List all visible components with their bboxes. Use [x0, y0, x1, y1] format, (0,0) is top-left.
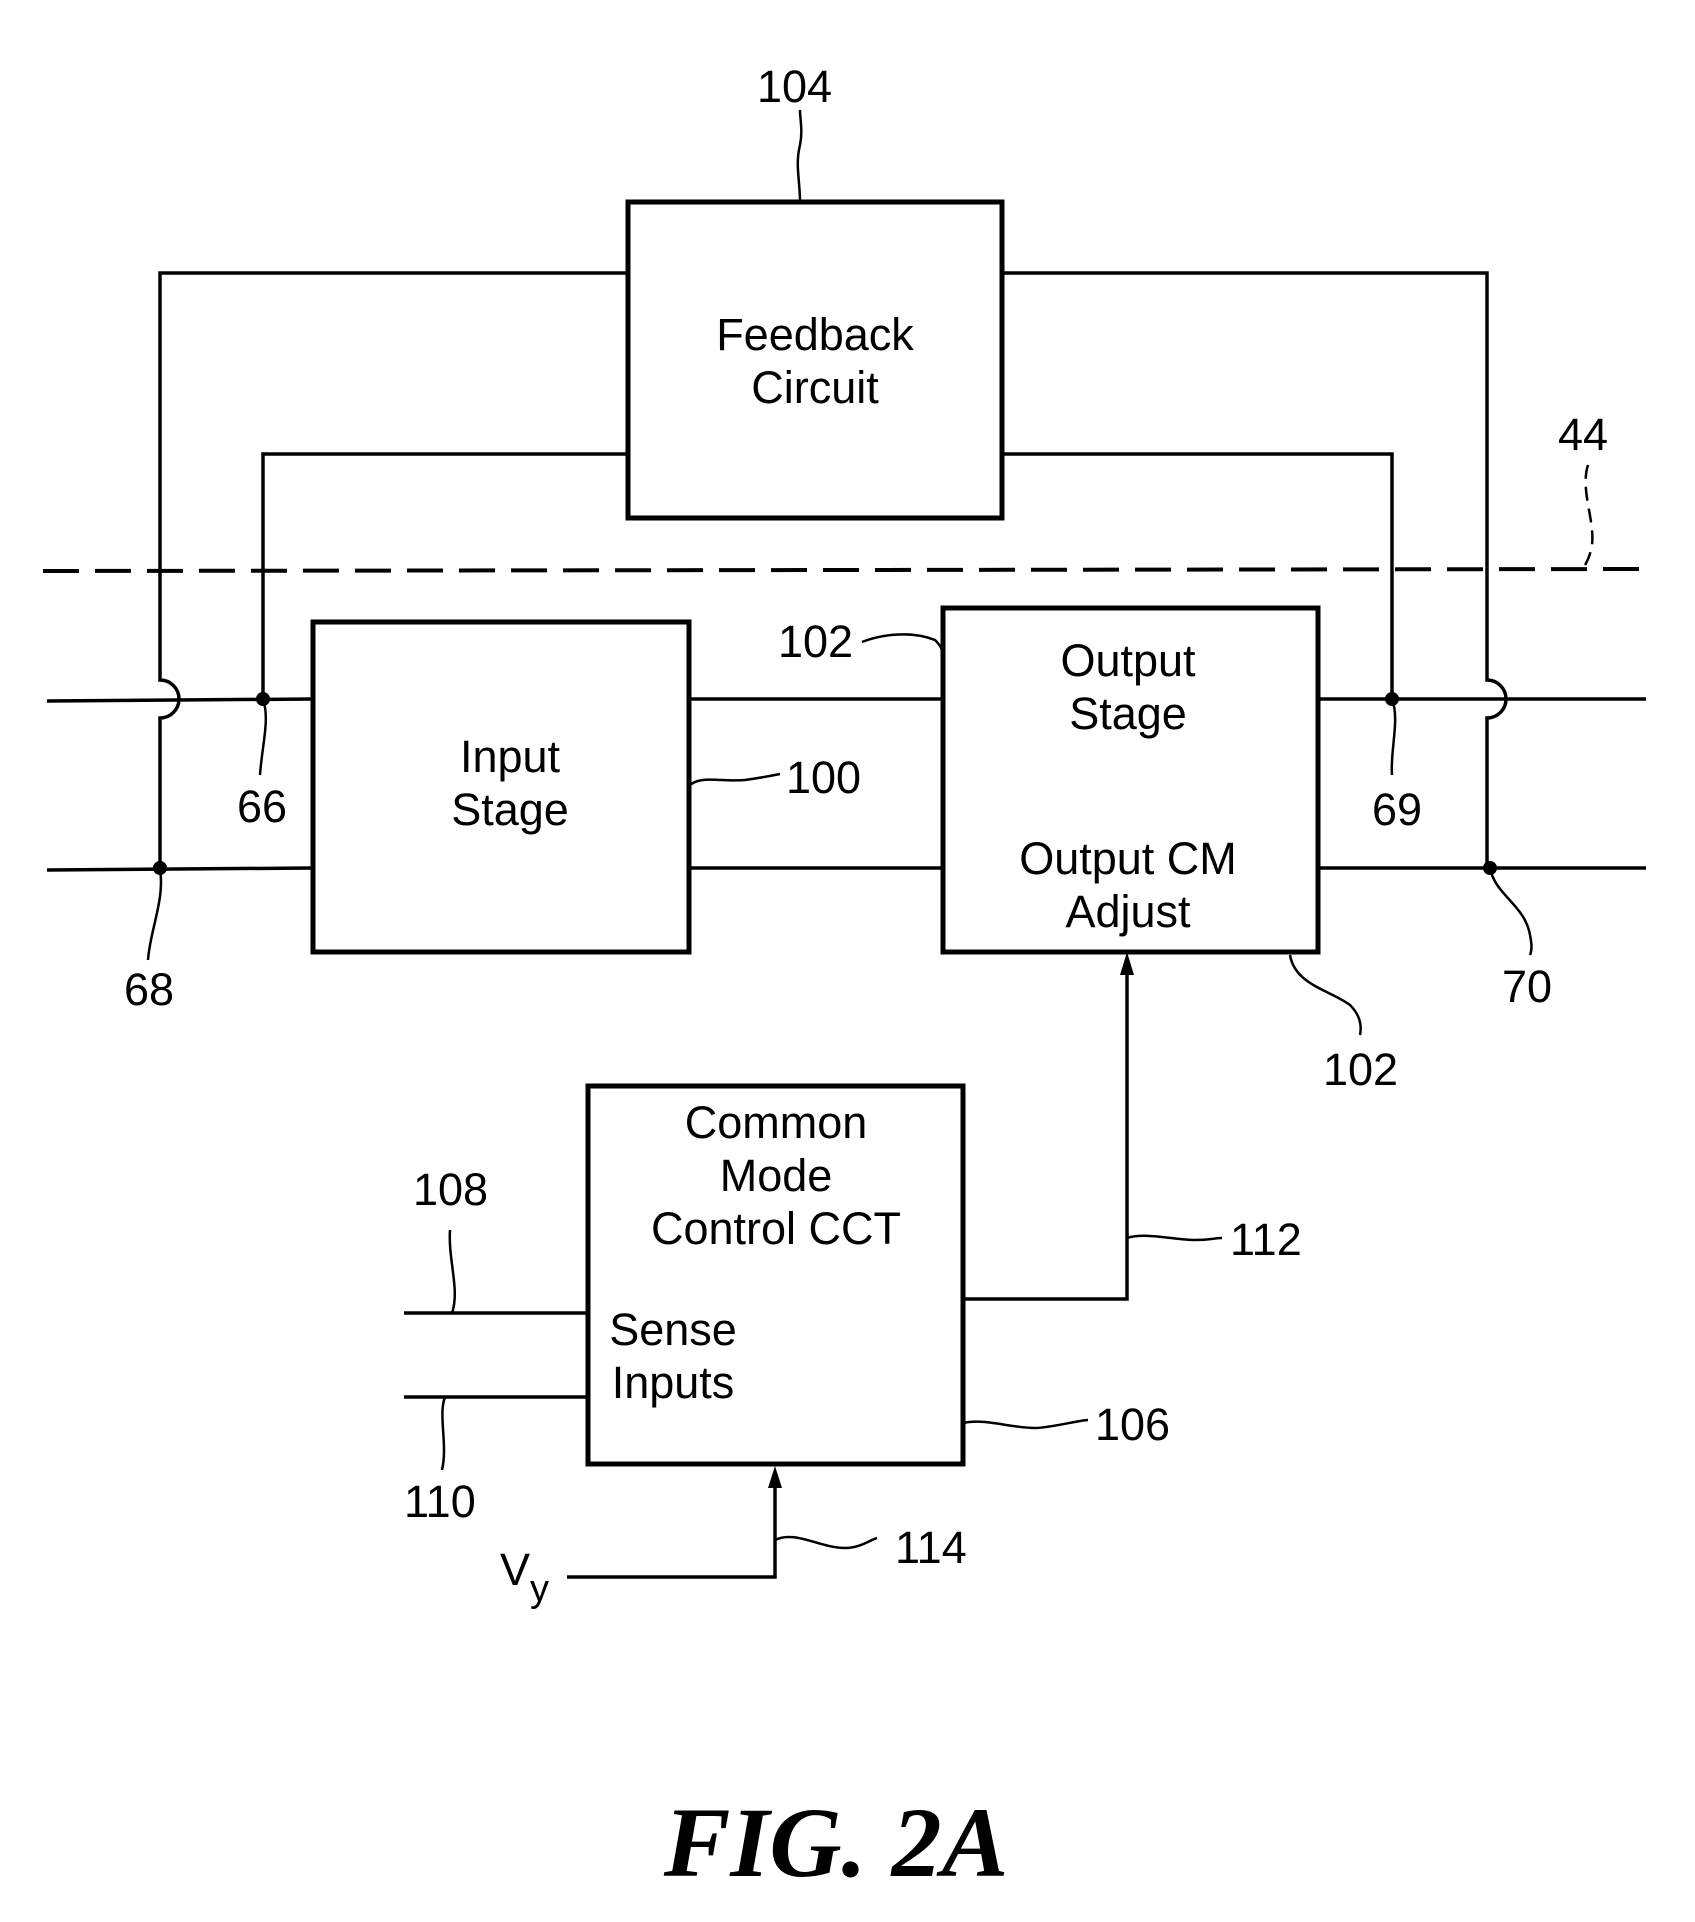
cmc-label-line1: Common: [685, 1097, 868, 1148]
ref-102-top-leader: [861, 633, 945, 656]
ref-112-label: 112: [1230, 1214, 1302, 1265]
ref-69-leader: [1390, 698, 1397, 776]
output-cm-adjust-label-line2: Adjust: [1065, 886, 1191, 937]
ref-114-label: 114: [895, 1522, 967, 1573]
ref-112-leader: [1126, 1234, 1223, 1242]
vy-label-subscript: y: [530, 1568, 549, 1610]
input-wire-top: [46, 697, 314, 703]
sense-inputs-label-line1: Sense: [609, 1304, 737, 1355]
ref-69-label: 69: [1372, 784, 1422, 835]
ref-110-leader: [440, 1396, 447, 1471]
arrow-up-icon: [1120, 952, 1134, 975]
feedback-circuit-box: [625, 199, 1005, 521]
ref-44-leader: [1581, 464, 1594, 570]
ref-106-label: 106: [1095, 1399, 1170, 1450]
ref-106-leader: [962, 1418, 1089, 1430]
ref-100-label: 100: [786, 752, 861, 803]
cmc-label-line3: Control CCT: [651, 1203, 901, 1254]
ref-66-label: 66: [237, 781, 287, 832]
input-stage-block: Input Stage: [310, 619, 692, 955]
figure-caption: FIG. 2A: [663, 1787, 1009, 1898]
feedback-label-line1: Feedback: [716, 309, 914, 360]
output-stage-label-line2: Stage: [1069, 688, 1187, 739]
ref-108-leader: [448, 1229, 456, 1314]
vy-label-main: V: [500, 1544, 530, 1595]
ref-68-leader: [146, 867, 163, 961]
ref-108-label: 108: [413, 1164, 488, 1215]
feedback-circuit-block: Feedback Circuit: [625, 199, 1005, 521]
ref-44-label: 44: [1558, 409, 1608, 460]
cm-control-signal-112: [963, 970, 1129, 1301]
ref-102-bottom-label: 102: [1323, 1044, 1398, 1095]
output-stage-label-line1: Output: [1060, 635, 1196, 686]
ref-102-top-label: 102: [778, 616, 853, 667]
output-cm-adjust-label-line1: Output CM: [1019, 833, 1237, 884]
ref-100-leader: [688, 772, 781, 787]
input-wire-bottom: [46, 866, 314, 872]
feedback-wire-inner-left: [261, 452, 628, 699]
input-stage-label-line1: Input: [460, 731, 561, 782]
cmc-label-line2: Mode: [720, 1150, 833, 1201]
ref-104-leader: [796, 109, 803, 203]
vy-reference-wire: [567, 1484, 777, 1579]
arrow-up-icon: [768, 1466, 782, 1488]
feedback-label-line2: Circuit: [751, 362, 879, 413]
output-stage-block: Output Stage Output CM Adjust: [940, 605, 1321, 955]
circuit-diagram: Feedback Circuit 104 44 Input Stage 66 6…: [42, 61, 1647, 1898]
sense-inputs-label-line2: Inputs: [612, 1357, 735, 1408]
ref-68-label: 68: [124, 964, 174, 1015]
vy-label: Vy: [500, 1544, 549, 1610]
ref-66-leader: [258, 698, 268, 776]
boundary-dashed-line: [42, 567, 1647, 573]
ref-104-label: 104: [757, 61, 832, 112]
ref-114-leader: [774, 1535, 878, 1550]
common-mode-control-block: Common Mode Control CCT Sense Inputs: [585, 1083, 966, 1467]
ref-110-label: 110: [404, 1476, 476, 1527]
ref-70-label: 70: [1502, 961, 1552, 1012]
input-stage-label-line2: Stage: [451, 784, 569, 835]
ref-102-bottom-leader: [1288, 954, 1362, 1036]
ref-70-leader: [1488, 867, 1533, 956]
